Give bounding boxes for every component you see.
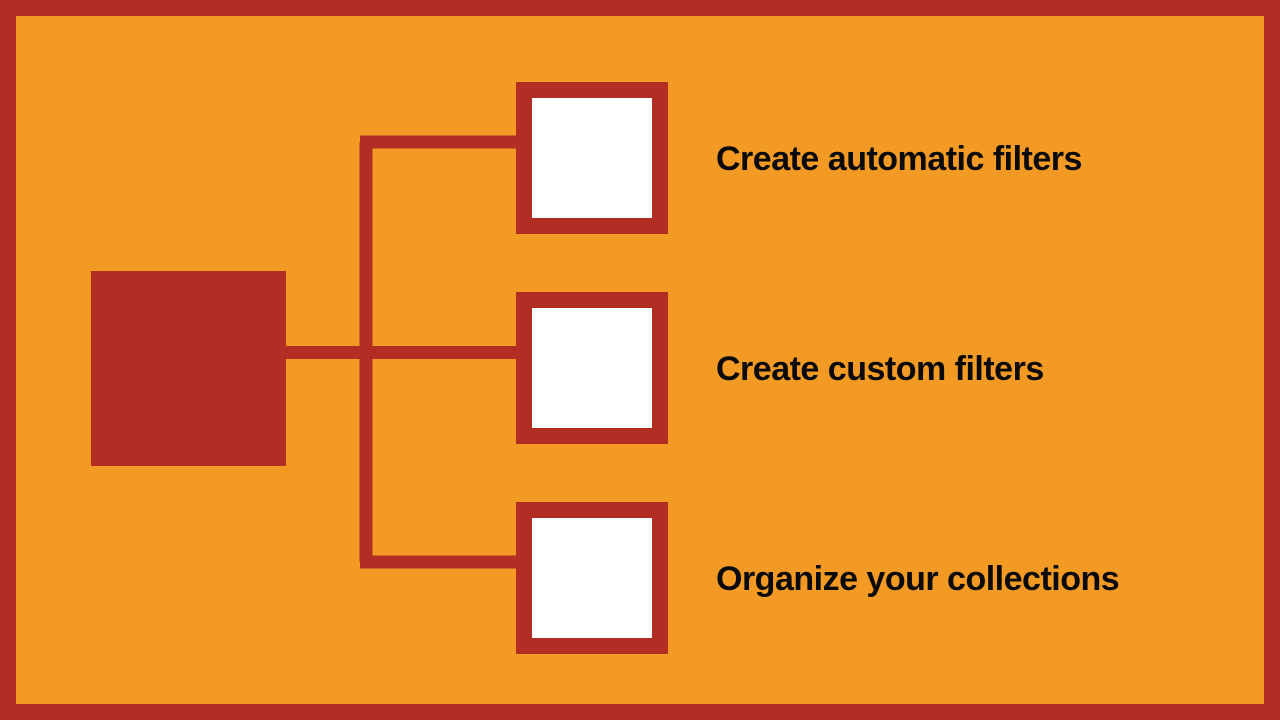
child-node-3: [516, 502, 668, 654]
root-node: [91, 271, 286, 466]
child-label-3: Organize your collections: [716, 560, 1119, 599]
child-label-2: Create custom filters: [716, 350, 1044, 389]
child-label-1: Create automatic filters: [716, 140, 1082, 179]
child-node-2: [516, 292, 668, 444]
diagram-frame: Create automatic filters Create custom f…: [0, 0, 1280, 720]
child-node-1: [516, 82, 668, 234]
